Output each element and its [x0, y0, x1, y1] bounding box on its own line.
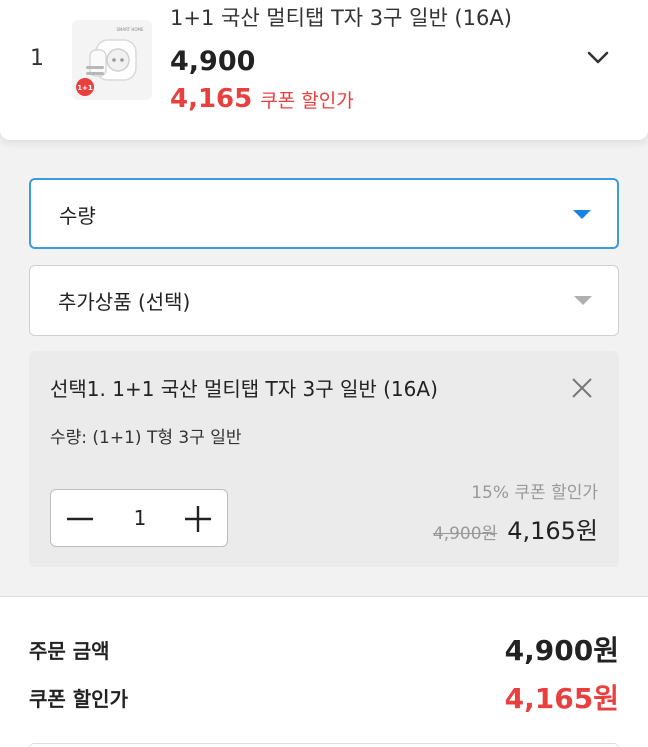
product-sale-price: 4,165	[170, 84, 253, 114]
order-amount-label: 주문 금액	[29, 638, 110, 663]
original-price: 4,900원	[432, 524, 498, 544]
coupon-price-label: 쿠폰 할인가	[29, 686, 128, 711]
selected-option-title: 선택1. 1+1 국산 멀티탭 T자 3구 일반 (16A)	[50, 377, 438, 401]
chevron-down-icon[interactable]	[584, 44, 612, 72]
addon-select[interactable]: 추가상품 (선택)	[29, 265, 619, 336]
quantity-select-label: 수량	[59, 204, 96, 228]
coupon-price-value: 4,165원	[504, 682, 619, 715]
quantity-select[interactable]: 수량	[29, 178, 619, 249]
product-thumbnail: SMART HOME 1+1	[72, 20, 152, 100]
product-index: 1	[30, 46, 44, 71]
selected-option-subtitle: 수량: (1+1) T형 3구 일반	[50, 428, 242, 448]
multitap-plug-image: SMART HOME 1+1	[72, 20, 152, 100]
product-sale-row: 4,165 쿠폰 할인가	[170, 84, 354, 114]
order-amount-row: 주문 금액 4,900원	[29, 629, 619, 669]
product-price: 4,900	[170, 46, 256, 77]
coupon-discount-label: 15% 쿠폰 할인가	[471, 483, 598, 503]
plus-icon[interactable]	[183, 504, 213, 534]
thumb-brand-text: SMART HOME	[116, 27, 144, 32]
coupon-price-row: 쿠폰 할인가 4,165원	[29, 677, 619, 717]
product-title: 1+1 국산 멀티탭 T자 3구 일반 (16A)	[170, 6, 512, 30]
thumb-badge-text: 1+1	[77, 84, 93, 92]
product-sale-label: 쿠폰 할인가	[260, 90, 354, 112]
final-price: 4,165원	[507, 517, 598, 545]
selected-option-card: 선택1. 1+1 국산 멀티탭 T자 3구 일반 (16A) 수량: (1+1)…	[29, 351, 619, 567]
quantity-stepper: 1	[50, 489, 228, 547]
option-price-row: 4,900원 4,165원	[433, 511, 598, 546]
close-icon[interactable]	[569, 375, 595, 401]
order-amount-value: 4,900원	[504, 634, 619, 667]
caret-down-icon	[574, 296, 592, 305]
caret-down-icon	[573, 210, 591, 219]
product-header-card[interactable]: 1 SMART HOME 1+1 1+1 국산 멀티탭 T자 3구 일반 (16…	[0, 0, 648, 140]
addon-select-label: 추가상품 (선택)	[58, 290, 191, 314]
order-summary: 주문 금액 4,900원 쿠폰 할인가 4,165원	[0, 596, 648, 747]
next-section-edge	[29, 743, 619, 747]
